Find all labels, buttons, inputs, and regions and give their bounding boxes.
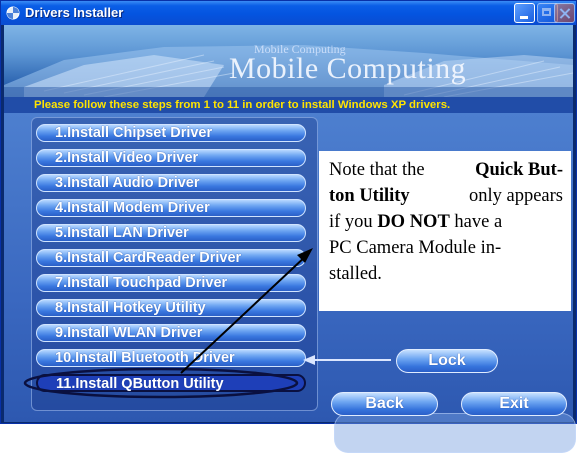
lock-arrow-head [303, 355, 315, 365]
callout-pointer-line [180, 254, 308, 374]
annotation-overlay [23, 248, 391, 399]
highlight-ellipse [23, 367, 299, 399]
drivers-installer-window: Drivers Installer Mobile Computing Mobil… [0, 0, 577, 453]
